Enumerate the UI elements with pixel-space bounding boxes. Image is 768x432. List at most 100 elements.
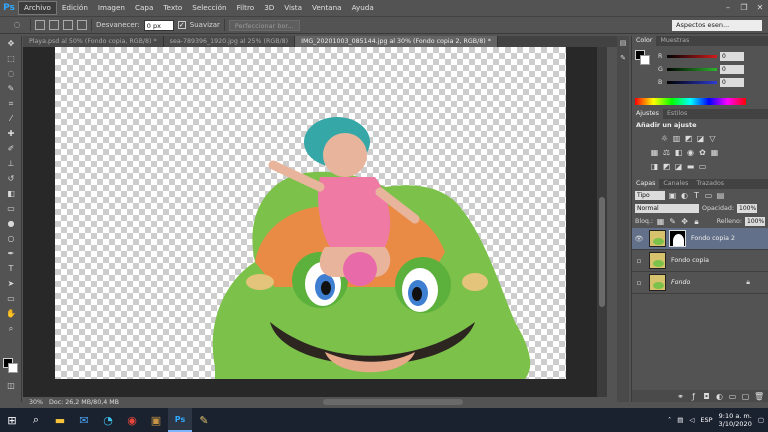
healing-tool-icon[interactable]: ✚: [0, 126, 22, 141]
menu-3d[interactable]: 3D: [259, 1, 279, 15]
exposure-icon[interactable]: ◪: [696, 134, 705, 143]
eye-hidden-icon[interactable]: ▫: [632, 257, 646, 265]
eraser-tool-icon[interactable]: ◧: [0, 186, 22, 201]
quick-mask-icon[interactable]: ◫: [0, 378, 22, 393]
layer-mask-thumbnail[interactable]: [669, 230, 686, 247]
fx-icon[interactable]: ƒ: [689, 392, 698, 401]
layer-row[interactable]: ▫ Fondo copia: [632, 250, 768, 272]
slider-b-value[interactable]: 0: [720, 78, 744, 87]
slider-g-track[interactable]: [667, 68, 717, 71]
tab-ajustes[interactable]: Ajustes: [632, 109, 663, 119]
menu-edicion[interactable]: Edición: [57, 1, 93, 15]
gradient-tool-icon[interactable]: ▭: [0, 201, 22, 216]
lasso-preset-icon[interactable]: ◌: [8, 18, 26, 32]
lock-pixels-icon[interactable]: ✎: [668, 217, 677, 226]
color-spectrum-bar[interactable]: [635, 98, 746, 105]
quick-select-tool-icon[interactable]: ✎: [0, 81, 22, 96]
slider-b-track[interactable]: [667, 81, 717, 84]
layer-row[interactable]: 👁︎ Fondo copia 2: [632, 228, 768, 250]
blend-mode-select[interactable]: Normal: [635, 204, 699, 213]
tab-playa[interactable]: Playa.psd al 50% (Fondo copia, RGB/8) *: [23, 36, 164, 47]
refine-edge-button[interactable]: Perfeccionar bor...: [228, 19, 300, 31]
lasso-tool-icon[interactable]: ◌: [0, 66, 22, 81]
new-layer-icon[interactable]: ▢: [741, 392, 750, 401]
antialias-checkbox[interactable]: ✓: [177, 21, 186, 29]
shape-tool-icon[interactable]: ▭: [0, 291, 22, 306]
eye-icon[interactable]: 👁︎: [632, 235, 646, 243]
new-selection-icon[interactable]: [35, 20, 45, 30]
tab-canales[interactable]: Canales: [659, 179, 692, 189]
layer-row[interactable]: ▫ Fondo 🔒︎: [632, 272, 768, 294]
subtract-selection-icon[interactable]: [63, 20, 73, 30]
maximize-button[interactable]: ❐: [736, 0, 752, 16]
menu-vista[interactable]: Vista: [279, 1, 307, 15]
slider-b[interactable]: B 0: [632, 76, 768, 89]
photo-filter-icon[interactable]: ◉: [686, 148, 695, 157]
minimize-button[interactable]: –: [720, 0, 736, 16]
notifications-icon[interactable]: ▢: [758, 416, 764, 424]
mail-icon[interactable]: ✉: [72, 408, 96, 432]
filter-shape-icon[interactable]: ▭: [704, 191, 713, 200]
eyedropper-tool-icon[interactable]: ⁄: [0, 111, 22, 126]
workspace-select[interactable]: Aspectos esen...: [672, 20, 762, 31]
type-tool-icon[interactable]: T: [0, 261, 22, 276]
layer-filter-select[interactable]: Tipo: [635, 191, 665, 200]
lock-all-icon[interactable]: 🔒︎: [692, 217, 701, 226]
pen-tool-icon[interactable]: ✒: [0, 246, 22, 261]
slider-r[interactable]: R 0: [632, 50, 768, 63]
background-color-swatch[interactable]: [8, 363, 18, 373]
tab-trazados[interactable]: Trazados: [692, 179, 728, 189]
tab-estilos[interactable]: Estilos: [663, 109, 691, 119]
archive-icon[interactable]: ▣: [144, 408, 168, 432]
vibrance-icon[interactable]: ▽: [708, 134, 717, 143]
filter-type-icon[interactable]: T: [692, 191, 701, 200]
network-icon[interactable]: ▤: [677, 416, 683, 424]
tab-muestras[interactable]: Muestras: [656, 36, 693, 46]
doc-size[interactable]: Doc: 26,2 MB/80,4 MB: [49, 399, 119, 406]
selective-color-icon[interactable]: ▭: [698, 162, 707, 171]
history-brush-tool-icon[interactable]: ↺: [0, 171, 22, 186]
menu-seleccion[interactable]: Selección: [187, 1, 231, 15]
lock-transparency-icon[interactable]: ▦: [656, 217, 665, 226]
menu-texto[interactable]: Texto: [158, 1, 187, 15]
color-bg-swatch[interactable]: [640, 55, 650, 65]
dodge-tool-icon[interactable]: ○: [0, 231, 22, 246]
tray-chevron-icon[interactable]: ˄: [668, 416, 671, 424]
filter-adjust-icon[interactable]: ◐: [680, 191, 689, 200]
menu-filtro[interactable]: Filtro: [232, 1, 260, 15]
add-mask-icon[interactable]: ◘: [702, 392, 711, 401]
document-canvas[interactable]: [55, 47, 566, 379]
menu-ventana[interactable]: Ventana: [307, 1, 347, 15]
feather-input[interactable]: 0 px: [143, 19, 174, 31]
close-button[interactable]: ✕: [752, 0, 768, 16]
new-adjustment-icon[interactable]: ◐: [715, 392, 724, 401]
stamp-tool-icon[interactable]: ⊥: [0, 156, 22, 171]
path-select-tool-icon[interactable]: ➤: [0, 276, 22, 291]
paint-app-icon[interactable]: ✎: [192, 408, 216, 432]
tab-sea[interactable]: sea-789396_1920.jpg al 25% (RGB/8): [163, 36, 296, 47]
brush-tool-icon[interactable]: ✐: [0, 141, 22, 156]
menu-archivo[interactable]: Archivo: [18, 1, 57, 15]
curves-icon[interactable]: ◩: [684, 134, 693, 143]
add-selection-icon[interactable]: [49, 20, 59, 30]
photoshop-taskbar-icon[interactable]: Ps: [168, 408, 192, 432]
levels-icon[interactable]: ▥: [672, 134, 681, 143]
slider-r-track[interactable]: [667, 55, 717, 58]
lock-position-icon[interactable]: ✥: [680, 217, 689, 226]
vertical-scrollbar[interactable]: [597, 47, 607, 397]
properties-panel-icon[interactable]: ✎: [617, 51, 629, 66]
channel-mixer-icon[interactable]: ✿: [698, 148, 707, 157]
trash-icon[interactable]: 🗑︎: [754, 392, 764, 401]
filter-smart-icon[interactable]: ▤: [716, 191, 725, 200]
hue-saturation-icon[interactable]: ▦: [650, 148, 659, 157]
file-explorer-icon[interactable]: ▬: [48, 408, 72, 432]
color-balance-icon[interactable]: ⚖: [662, 148, 671, 157]
menu-ayuda[interactable]: Ayuda: [347, 1, 379, 15]
crop-tool-icon[interactable]: ⌗: [0, 96, 22, 111]
blur-tool-icon[interactable]: ●: [0, 216, 22, 231]
posterize-icon[interactable]: ◩: [662, 162, 671, 171]
search-icon[interactable]: ⌕: [24, 408, 48, 432]
filter-pixel-icon[interactable]: ▣: [668, 191, 677, 200]
eye-hidden-icon[interactable]: ▫: [632, 279, 646, 287]
fill-input[interactable]: 100%: [745, 217, 765, 226]
